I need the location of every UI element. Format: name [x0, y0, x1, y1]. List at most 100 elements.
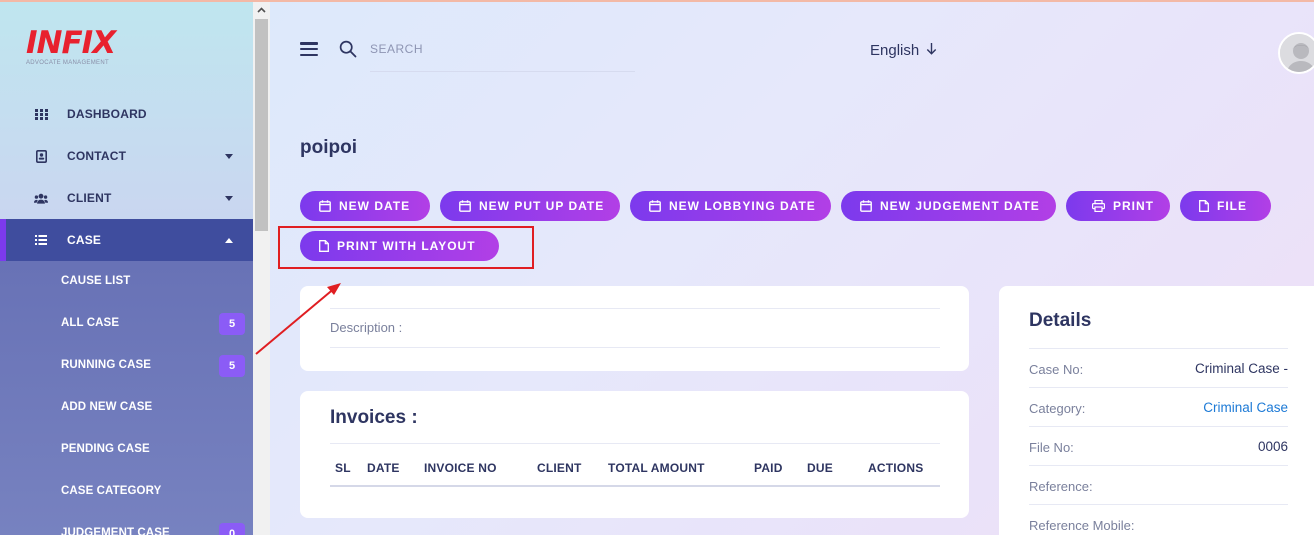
new-judgement-date-button[interactable]: NEW JUDGEMENT DATE: [841, 191, 1056, 221]
description-card: Description :: [300, 286, 969, 371]
detail-key: Reference:: [1029, 479, 1093, 494]
divider: [330, 443, 940, 444]
new-lobbying-date-button[interactable]: NEW LOBBYING DATE: [630, 191, 831, 221]
menu-toggle-icon[interactable]: [300, 42, 318, 56]
button-label: FILE: [1217, 199, 1247, 213]
top-accent-line: [0, 0, 1314, 2]
detail-value: 0006: [1257, 439, 1288, 454]
submenu-item-label: ALL CASE: [61, 317, 120, 329]
details-title: Details: [1029, 310, 1092, 331]
category-link[interactable]: Criminal Case: [1203, 400, 1288, 415]
sidebar-item-case[interactable]: CASE: [0, 219, 253, 261]
detail-row-file-no: File No: 0006: [1029, 426, 1288, 465]
button-label: NEW DATE: [339, 199, 411, 213]
description-label: Description :: [330, 320, 403, 335]
calendar-icon: [319, 200, 331, 212]
count-badge: 0: [219, 523, 245, 535]
detail-key: Reference Mobile:: [1029, 518, 1135, 533]
submenu-item-running-case[interactable]: RUNNING CASE 5: [0, 345, 253, 387]
sidebar-item-dashboard[interactable]: DASHBOARD: [0, 93, 253, 135]
divider: [330, 308, 940, 309]
submenu-item-label: RUNNING CASE: [61, 359, 152, 371]
table-header-due[interactable]: DUE: [807, 461, 833, 475]
list-icon: [34, 233, 48, 247]
logo-text: INFIX: [26, 25, 116, 61]
table-header-sl[interactable]: SL: [335, 461, 351, 475]
table-header-total-amount[interactable]: TOTAL AMOUNT: [608, 461, 705, 475]
calendar-icon: [459, 200, 471, 212]
brand-logo[interactable]: INFIX ADVOCATE MANAGEMENT: [26, 25, 116, 67]
calendar-icon: [649, 200, 661, 212]
detail-row-reference: Reference:: [1029, 465, 1288, 504]
details-card: Details Case No: Criminal Case - Categor…: [999, 286, 1314, 535]
count-badge: 5: [219, 313, 245, 335]
table-header-underline: [330, 485, 940, 487]
case-submenu: CAUSE LIST ALL CASE 5 RUNNING CASE 5 ADD…: [0, 261, 253, 535]
button-label: NEW JUDGEMENT DATE: [880, 199, 1040, 213]
button-label: NEW PUT UP DATE: [479, 199, 605, 213]
user-avatar[interactable]: [1278, 32, 1314, 74]
contact-book-icon: [34, 149, 48, 163]
dashboard-grid-icon: [34, 107, 48, 121]
sidebar-item-contact[interactable]: CONTACT: [0, 135, 253, 177]
submenu-item-label: PENDING CASE: [61, 443, 150, 455]
table-header-date[interactable]: DATE: [367, 461, 400, 475]
submenu-item-pending-case[interactable]: PENDING CASE: [0, 429, 253, 471]
invoices-title: Invoices :: [330, 407, 418, 428]
file-button[interactable]: FILE: [1180, 191, 1271, 221]
sidebar-item-label: CLIENT: [67, 191, 112, 205]
submenu-item-all-case[interactable]: ALL CASE 5: [0, 303, 253, 345]
submenu-item-label: ADD NEW CASE: [61, 401, 153, 413]
submenu-item-label: CASE CATEGORY: [61, 485, 162, 497]
search-input[interactable]: [370, 40, 635, 72]
submenu-item-case-category[interactable]: CASE CATEGORY: [0, 471, 253, 513]
detail-key: File No:: [1029, 440, 1074, 455]
detail-value: Criminal Case -: [1194, 361, 1288, 376]
users-icon: [34, 191, 48, 205]
detail-row-category: Category: Criminal Case: [1029, 387, 1288, 426]
printer-icon: [1092, 200, 1105, 212]
arrow-down-icon: [926, 42, 937, 59]
chevron-up-icon: [225, 237, 233, 243]
new-put-up-date-button[interactable]: NEW PUT UP DATE: [440, 191, 620, 221]
scrollbar-thumb[interactable]: [255, 19, 268, 231]
sidebar-item-label: DASHBOARD: [67, 107, 147, 121]
table-header-client[interactable]: CLIENT: [537, 461, 582, 475]
sidebar: INFIX ADVOCATE MANAGEMENT DASHBOARD CONT…: [0, 2, 253, 535]
new-date-button[interactable]: NEW DATE: [300, 191, 430, 221]
detail-row-reference-mobile: Reference Mobile:: [1029, 504, 1288, 535]
table-header-actions[interactable]: ACTIONS: [868, 461, 923, 475]
detail-row-case-no: Case No: Criminal Case -: [1029, 348, 1288, 387]
submenu-item-label: CAUSE LIST: [61, 275, 131, 287]
sidebar-scrollbar[interactable]: [253, 0, 270, 535]
main-content: English poipoi NEW DATE NEW PUT UP DATE …: [270, 2, 1314, 535]
search-icon[interactable]: [339, 40, 357, 63]
submenu-item-cause-list[interactable]: CAUSE LIST: [0, 261, 253, 303]
calendar-icon: [860, 200, 872, 212]
annotation-highlight-box: [278, 226, 534, 269]
detail-key: Case No:: [1029, 362, 1084, 377]
sidebar-item-client[interactable]: CLIENT: [0, 177, 253, 219]
print-button[interactable]: PRINT: [1066, 191, 1170, 221]
chevron-down-icon: [225, 195, 233, 201]
language-label: English: [870, 42, 920, 59]
table-header-invoice-no[interactable]: INVOICE NO: [424, 461, 497, 475]
submenu-item-judgement-case[interactable]: JUDGEMENT CASE 0: [0, 513, 253, 535]
language-selector[interactable]: English: [870, 42, 937, 59]
table-header-paid[interactable]: PAID: [754, 461, 783, 475]
invoices-card: Invoices : SL DATE INVOICE NO CLIENT TOT…: [300, 391, 969, 518]
detail-key: Category:: [1029, 401, 1086, 416]
scroll-up-arrow-icon[interactable]: [253, 2, 270, 18]
button-label: NEW LOBBYING DATE: [669, 199, 816, 213]
chevron-down-icon: [225, 153, 233, 159]
submenu-item-label: JUDGEMENT CASE: [61, 527, 170, 535]
button-label: PRINT: [1113, 199, 1154, 213]
logo-subtitle: ADVOCATE MANAGEMENT: [26, 60, 109, 66]
submenu-item-add-new-case[interactable]: ADD NEW CASE: [0, 387, 253, 429]
sidebar-item-label: CONTACT: [67, 149, 127, 163]
count-badge: 5: [219, 355, 245, 377]
page-title: poipoi: [300, 137, 357, 158]
divider: [330, 347, 940, 348]
file-icon: [1199, 200, 1209, 212]
sidebar-item-label: CASE: [67, 233, 102, 247]
